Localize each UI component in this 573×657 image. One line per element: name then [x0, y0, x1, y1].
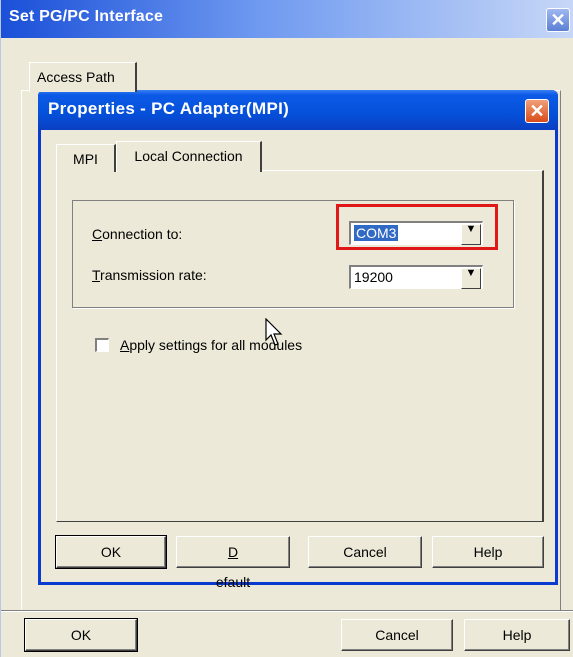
outer-ok-label: OK	[70, 627, 92, 643]
tab-local-connection-label: Local Connection	[134, 148, 243, 164]
tab-access-path-label: Access Path	[37, 69, 115, 85]
outer-window-title: Set PG/PC Interface	[9, 8, 164, 25]
outer-divider	[1, 610, 573, 612]
dialog-default-label: Default	[177, 537, 289, 597]
dialog-cancel-label: Cancel	[343, 544, 387, 560]
outer-help-label: Help	[502, 627, 532, 643]
outer-cancel-button[interactable]: Cancel	[341, 619, 453, 651]
tab-mpi-label: MPI	[73, 151, 98, 167]
tab-mpi[interactable]: MPI	[56, 144, 116, 172]
dialog-help-button[interactable]: Help	[432, 536, 544, 568]
dialog-ok-label: OK	[100, 544, 122, 560]
outer-titlebar[interactable]: Set PG/PC Interface ✕	[1, 0, 573, 38]
close-icon: ✕	[550, 10, 566, 30]
dialog-default-button[interactable]: Default	[176, 536, 290, 590]
dialog-default-label-rest: efault	[215, 574, 251, 590]
outer-cancel-label: Cancel	[375, 627, 419, 643]
outer-help-button[interactable]: Help	[464, 619, 570, 651]
tab-access-path[interactable]: Access Path	[29, 62, 137, 92]
outer-ok-button[interactable]: OK	[24, 618, 138, 652]
outer-close-button[interactable]: ✕	[546, 8, 570, 32]
local-connection-panel	[56, 170, 544, 522]
dialog-close-button[interactable]: ✕	[525, 99, 549, 123]
dialog-help-label: Help	[473, 544, 503, 560]
tab-local-connection[interactable]: Local Connection	[116, 141, 262, 172]
dialog-cancel-button[interactable]: Cancel	[308, 536, 422, 568]
dialog-titlebar[interactable]: Properties - PC Adapter(MPI) ✕	[38, 90, 558, 130]
dialog-title: Properties - PC Adapter(MPI)	[48, 99, 290, 118]
close-icon: ✕	[529, 101, 545, 121]
dialog-ok-button[interactable]: OK	[55, 535, 167, 569]
